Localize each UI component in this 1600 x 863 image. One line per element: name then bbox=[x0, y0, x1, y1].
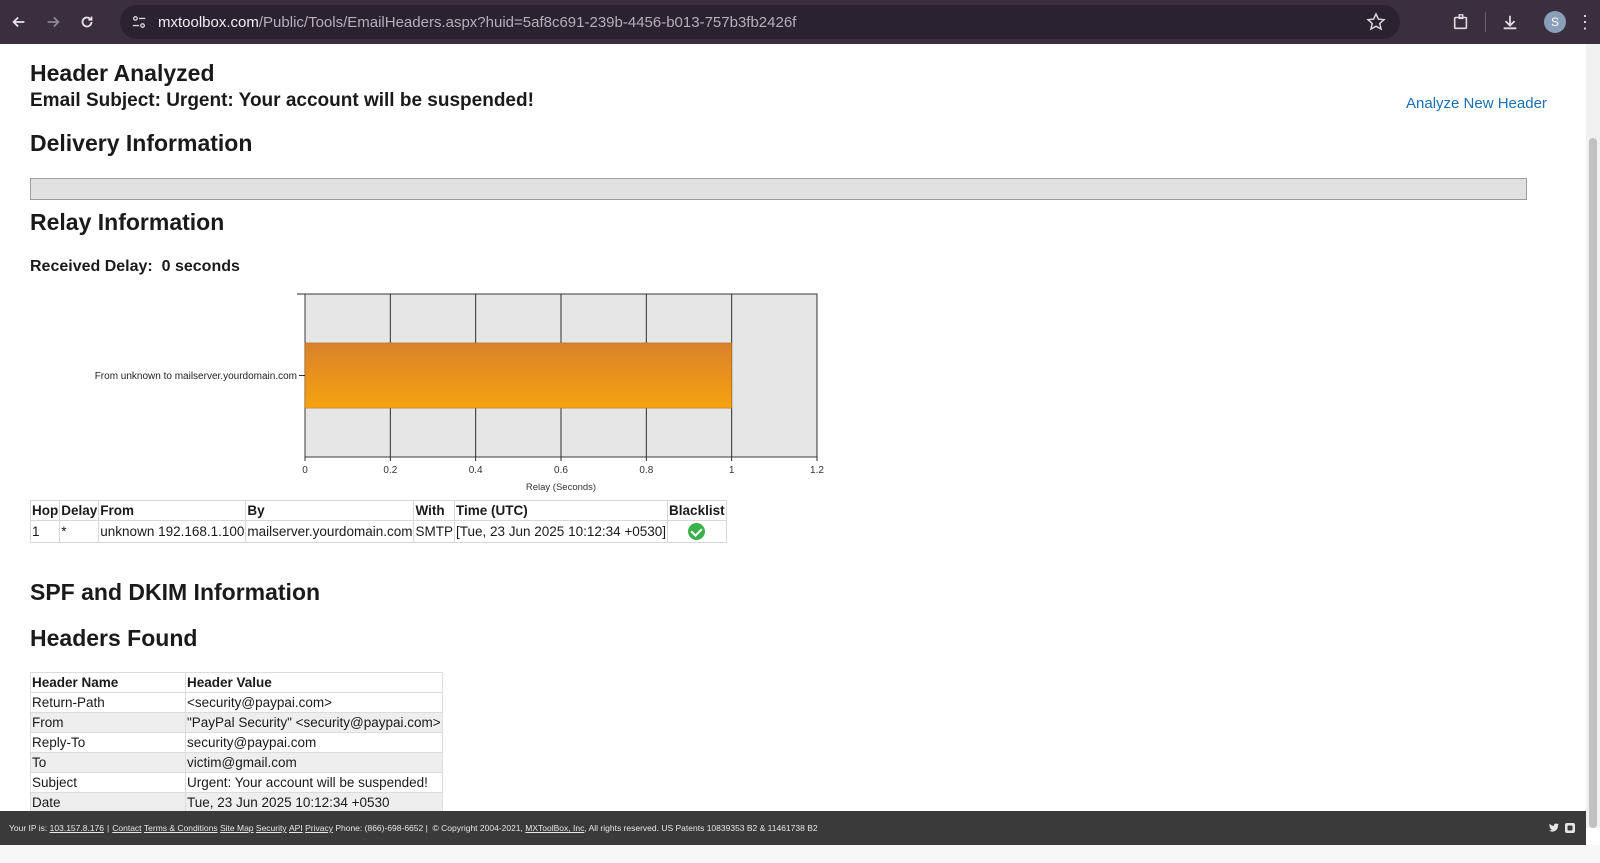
header-name: Reply-To bbox=[30, 732, 186, 753]
delivery-heading: Delivery Information bbox=[30, 130, 253, 156]
table-row: Subject Urgent: Your account will be susp… bbox=[30, 772, 443, 793]
header-name: Date bbox=[30, 792, 186, 813]
footer-link-api[interactable]: API bbox=[289, 823, 303, 833]
url-text: mxtoolbox.com/Public/Tools/EmailHeaders.… bbox=[158, 14, 796, 31]
bookmark-star-icon[interactable] bbox=[1366, 12, 1386, 32]
relay-table-header: Hop Delay From By With Time (UTC) Blackl… bbox=[29, 500, 727, 521]
cell-from: unknown 192.168.1.100 bbox=[98, 520, 247, 543]
chart-tick-label: 1.2 bbox=[810, 465, 824, 476]
toolbar-divider bbox=[1485, 12, 1486, 32]
header-name: Subject bbox=[30, 772, 186, 793]
forward-arrow-icon[interactable] bbox=[38, 7, 68, 37]
header-name: To bbox=[30, 752, 186, 773]
scrollbar-thumb[interactable] bbox=[1589, 138, 1597, 828]
bottom-strip bbox=[0, 845, 1600, 863]
menu-kebab-icon[interactable]: ⋮ bbox=[1576, 13, 1594, 31]
chart-tick-label: 0 bbox=[302, 465, 308, 476]
headers-table-header: Header Name Header Value bbox=[30, 672, 443, 693]
header-value: victim@gmail.com bbox=[185, 752, 443, 773]
check-icon bbox=[688, 523, 706, 540]
site-info-icon[interactable] bbox=[130, 13, 148, 31]
footer-company-link[interactable]: MXToolBox, Inc bbox=[525, 823, 584, 833]
cell-blacklist bbox=[667, 520, 727, 543]
page-scrollbar[interactable] bbox=[1586, 44, 1600, 828]
col-with: With bbox=[413, 500, 455, 521]
url-host: mxtoolbox.com bbox=[158, 13, 259, 31]
col-from: From bbox=[98, 500, 247, 521]
cell-time: [Tue, 23 Jun 2025 10:12:34 +0530] bbox=[453, 520, 669, 543]
footer-ip-label: Your IP is: bbox=[9, 823, 48, 833]
twitter-icon[interactable] bbox=[1548, 822, 1560, 834]
download-icon[interactable] bbox=[1500, 12, 1520, 32]
table-row: Date Tue, 23 Jun 2025 10:12:34 +0530 bbox=[30, 792, 443, 813]
back-arrow-icon[interactable] bbox=[4, 7, 34, 37]
spf-dkim-heading: SPF and DKIM Information bbox=[30, 579, 321, 605]
chart-tick-label: 0.2 bbox=[383, 465, 397, 476]
footer-link-terms[interactable]: Terms & Conditions bbox=[144, 823, 218, 833]
headers-found-heading: Headers Found bbox=[30, 625, 198, 651]
header-value: <security@paypai.com> bbox=[185, 692, 443, 713]
cell-hop: 1 bbox=[29, 520, 61, 543]
headers-table: Header Name Header Value Return-Path <sec… bbox=[30, 672, 443, 813]
footer-link-contact[interactable]: Contact bbox=[112, 823, 141, 833]
relay-heading: Relay Information bbox=[30, 209, 225, 235]
table-row: Return-Path <security@paypai.com> bbox=[30, 692, 443, 713]
page-footer: Your IP is: 103.157.8.176 | Contact Terms… bbox=[0, 811, 1586, 845]
received-delay-label: Received Delay: bbox=[30, 258, 153, 275]
analyze-new-header-link[interactable]: Analyze New Header bbox=[1406, 95, 1547, 112]
delivery-bar bbox=[30, 178, 1527, 200]
extensions-icon[interactable] bbox=[1451, 12, 1471, 32]
col-header-name: Header Name bbox=[30, 672, 186, 693]
col-delay: Delay bbox=[59, 500, 100, 521]
col-by: By bbox=[245, 500, 415, 521]
cell-delay: * bbox=[59, 520, 100, 543]
cell-by: mailserver.yourdomain.com bbox=[245, 520, 415, 543]
chart-category-label: From unknown to mailserver.yourdomain.co… bbox=[95, 371, 297, 382]
header-value: "PayPal Security" <security@paypai.com> bbox=[185, 712, 443, 733]
profile-avatar[interactable]: S bbox=[1544, 11, 1566, 33]
footer-link-security[interactable]: Security bbox=[256, 823, 287, 833]
footer-link-sitemap[interactable]: Site Map bbox=[220, 823, 254, 833]
header-value: security@paypai.com bbox=[185, 732, 443, 753]
received-delay: Received Delay: 0 seconds bbox=[30, 258, 240, 276]
table-row: 1 * unknown 192.168.1.100 mailserver.you… bbox=[29, 520, 727, 543]
received-delay-value: 0 seconds bbox=[161, 258, 240, 275]
chart-tick-label: 0.4 bbox=[469, 465, 483, 476]
cell-with: SMTP bbox=[413, 520, 455, 543]
footer-link-privacy[interactable]: Privacy bbox=[305, 823, 333, 833]
url-path: /Public/Tools/EmailHeaders.aspx?huid=5af… bbox=[258, 13, 797, 31]
browser-toolbar: mxtoolbox.com/Public/Tools/EmailHeaders.… bbox=[0, 0, 1600, 44]
chart-tick-label: 1 bbox=[729, 465, 735, 476]
col-hop: Hop bbox=[29, 500, 61, 521]
email-subject: Email Subject: Urgent: Your account will… bbox=[30, 90, 534, 111]
footer-copyright-pre: © Copyright 2004-2021, bbox=[432, 823, 523, 833]
table-row: From "PayPal Security" <security@paypai.c… bbox=[30, 712, 443, 733]
table-row: Reply-To security@paypai.com bbox=[30, 732, 443, 753]
reload-icon[interactable] bbox=[72, 7, 102, 37]
chart-bar bbox=[304, 342, 732, 409]
address-bar[interactable]: mxtoolbox.com/Public/Tools/EmailHeaders.… bbox=[120, 5, 1400, 39]
header-value: Tue, 23 Jun 2025 10:12:34 +0530 bbox=[185, 792, 443, 813]
relay-chart: 0 0.2 0.4 0.6 0.8 1 1.2 From unknown to mailser… bbox=[95, 293, 824, 493]
col-blacklist: Blacklist bbox=[667, 500, 727, 521]
col-time: Time (UTC) bbox=[453, 500, 669, 521]
header-value: Urgent: Your account will be suspended! bbox=[185, 772, 443, 793]
header-name: Return-Path bbox=[30, 692, 186, 713]
footer-phone: Phone: (866)-698-6652 | bbox=[335, 823, 428, 833]
chart-tick-label: 0.6 bbox=[554, 465, 568, 476]
header-name: From bbox=[30, 712, 186, 733]
chart-tick-label: 0.8 bbox=[639, 465, 653, 476]
col-header-value: Header Value bbox=[185, 672, 443, 693]
footer-copyright-post: , All rights reserved. US Patents 108393… bbox=[584, 823, 818, 833]
relay-table: Hop Delay From By With Time (UTC) Blackl… bbox=[29, 500, 727, 543]
chart-x-axis-label: Relay (Seconds) bbox=[526, 482, 596, 493]
footer-ip-link[interactable]: 103.157.8.176 bbox=[50, 823, 104, 833]
page-title: Header Analyzed bbox=[30, 60, 215, 86]
blog-icon[interactable] bbox=[1564, 822, 1576, 834]
table-row: To victim@gmail.com bbox=[30, 752, 443, 773]
